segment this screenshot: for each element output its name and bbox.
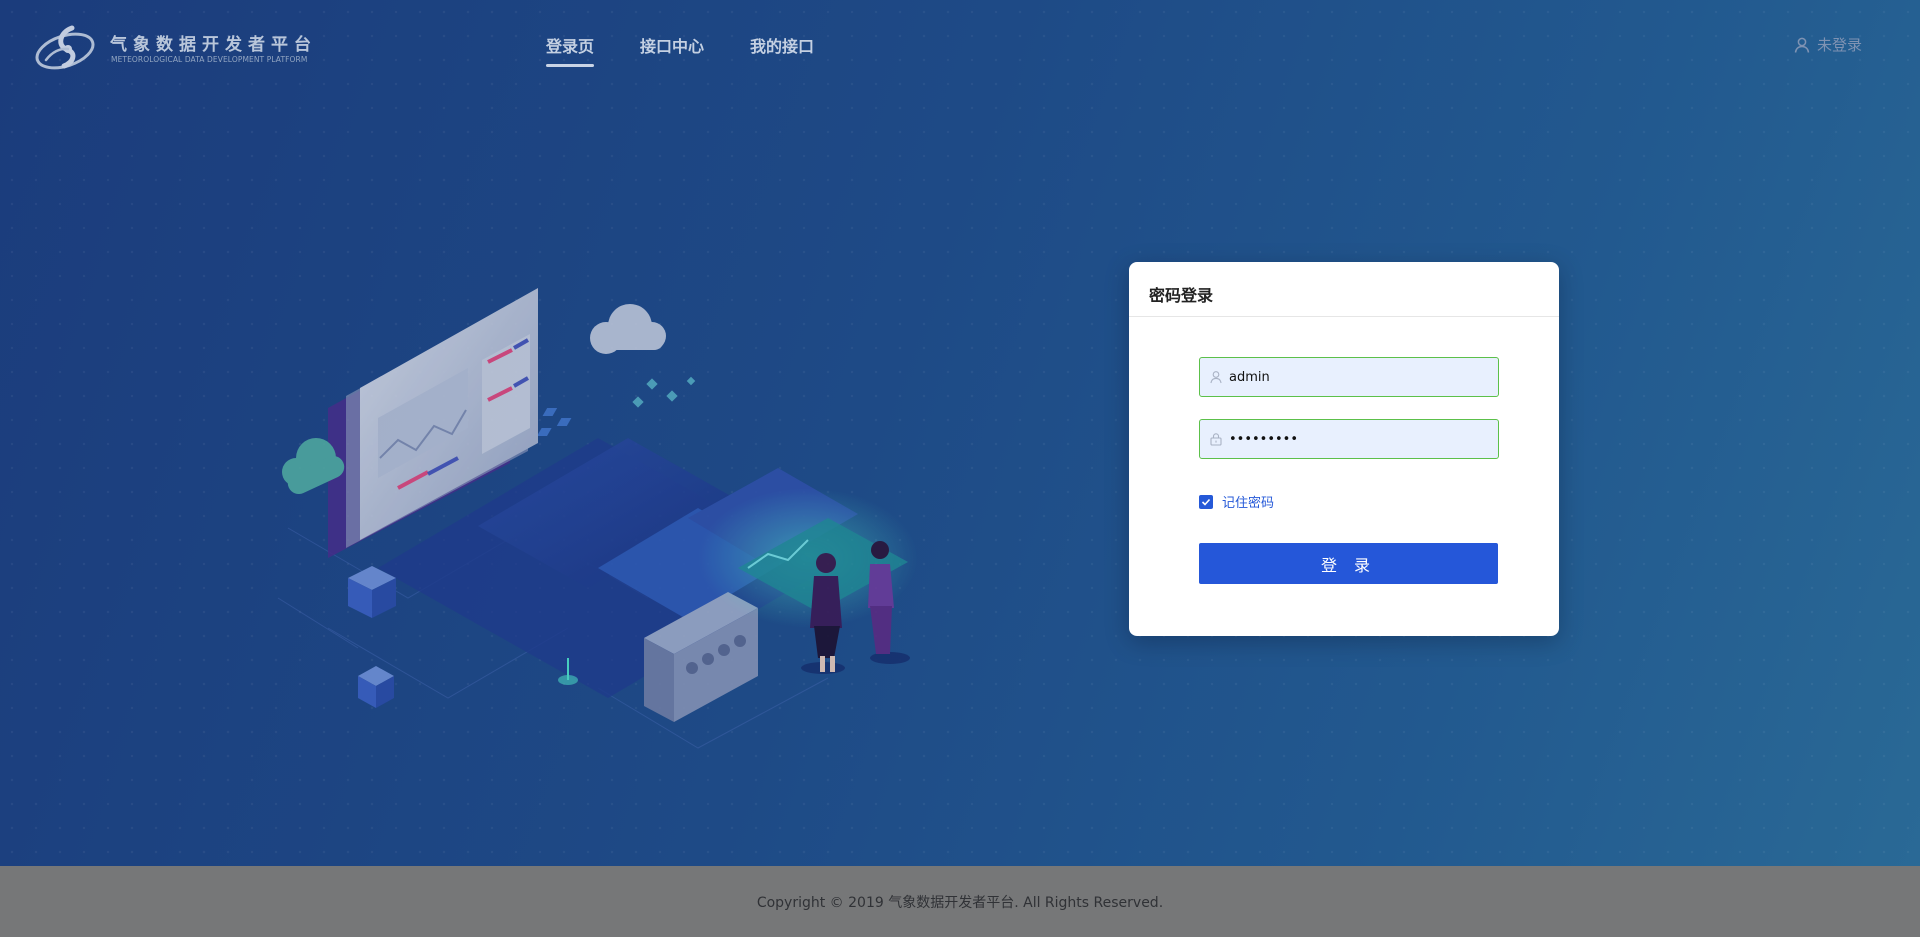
nav-item-my-apis[interactable]: 我的接口 [750, 33, 814, 67]
brand-logo[interactable]: 气象数据开发者平台 METEOROLOGICAL DATA DEVELOPMEN… [34, 22, 334, 72]
password-field[interactable] [1199, 419, 1499, 459]
remember-password-label: 记住密码 [1222, 496, 1275, 511]
brand-subtitle: METEOROLOGICAL DATA DEVELOPMENT PLATFORM [111, 55, 308, 64]
header: 气象数据开发者平台 METEOROLOGICAL DATA DEVELOPMEN… [0, 0, 1920, 90]
nav-item-login[interactable]: 登录页 [546, 33, 595, 67]
check-icon [1201, 498, 1211, 506]
footer: Copyright © 2019 气象数据开发者平台. All Rights R… [0, 866, 1920, 937]
main-nav: 登录页 接口中心 我的接口 [546, 33, 860, 67]
brand-title: 气象数据开发者平台 [110, 35, 317, 55]
copyright-text: Copyright © 2019 气象数据开发者平台. All Rights R… [756, 894, 1164, 911]
user-icon [1794, 37, 1810, 53]
remember-checkbox[interactable] [1199, 494, 1213, 509]
lock-icon [1210, 433, 1222, 446]
login-button[interactable]: 登 录 [1199, 543, 1498, 584]
username-input[interactable] [1229, 369, 1479, 385]
user-status-label: 未登录 [1816, 36, 1862, 54]
user-icon [1210, 371, 1222, 384]
card-divider [1129, 316, 1559, 317]
password-input[interactable] [1229, 431, 1479, 447]
login-card: 密码登录 记住密码 登 录 [1129, 262, 1559, 636]
user-login-status[interactable]: 未登录 [1793, 34, 1862, 55]
nav-item-api-center[interactable]: 接口中心 [640, 33, 704, 67]
remember-password-toggle[interactable]: 记住密码 [1199, 492, 1274, 511]
username-field[interactable] [1199, 357, 1499, 397]
isometric-data-illustration [277, 288, 918, 749]
login-card-title: 密码登录 [1149, 286, 1214, 305]
login-page: 气象数据开发者平台 METEOROLOGICAL DATA DEVELOPMEN… [0, 0, 1920, 937]
logo-swirl-icon [35, 25, 95, 70]
